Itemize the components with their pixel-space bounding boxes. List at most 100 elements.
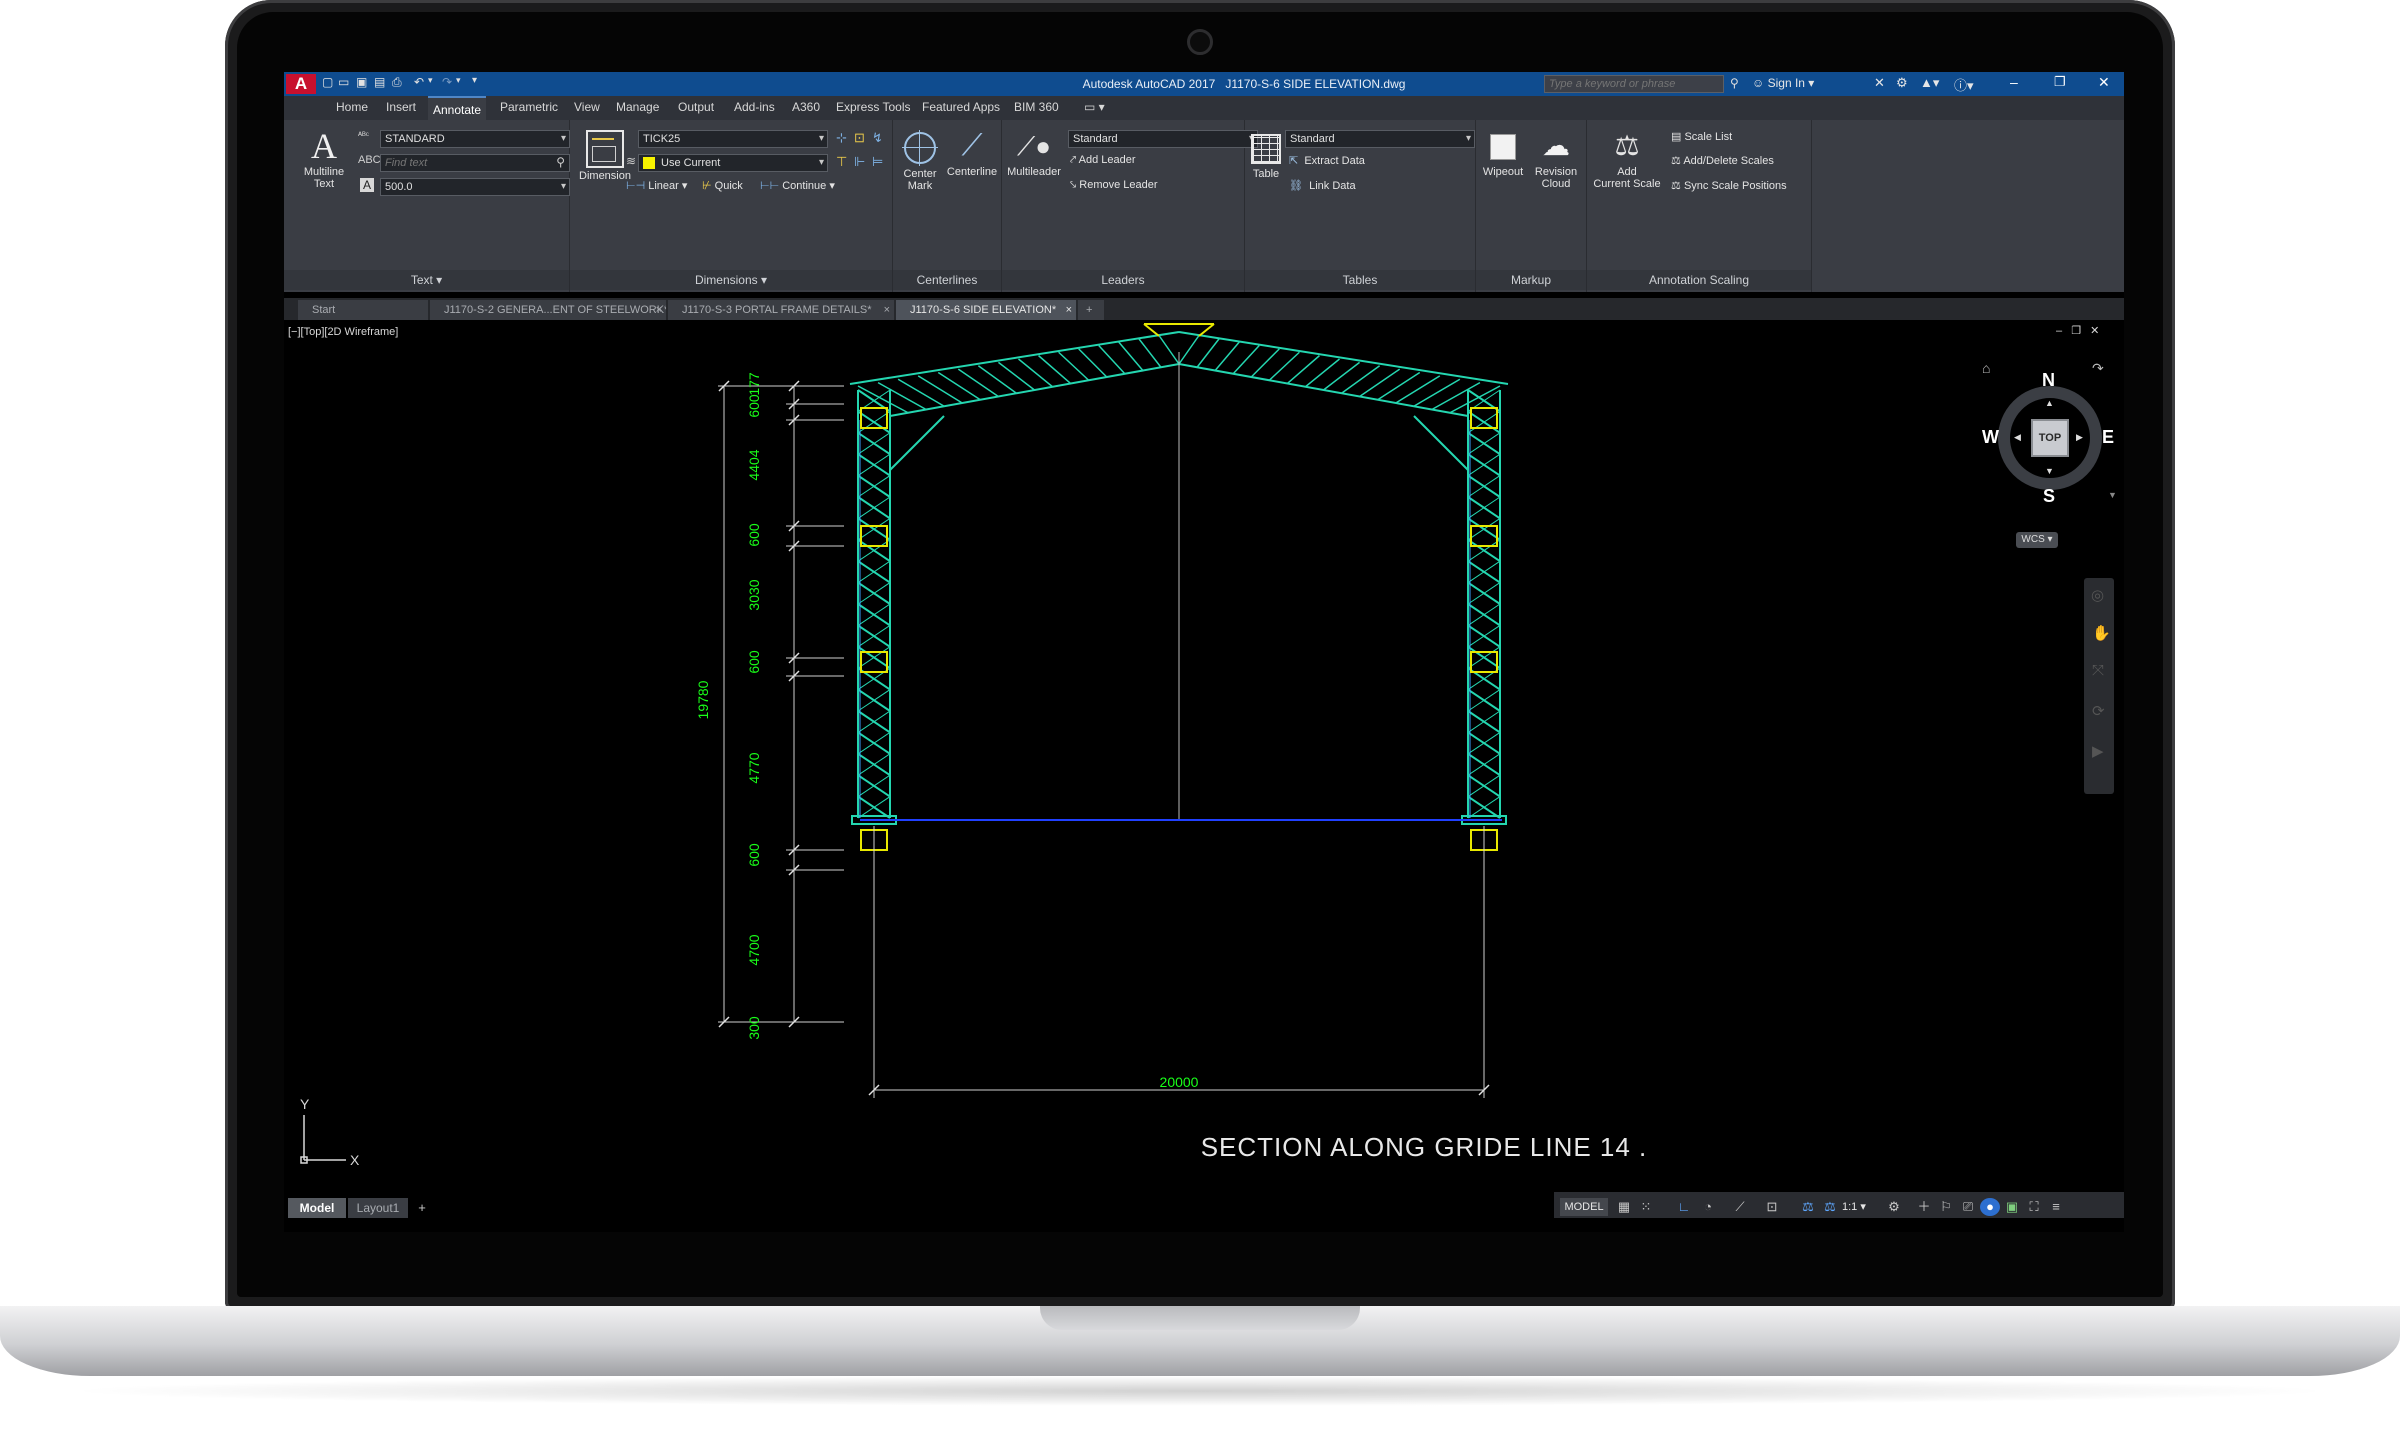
multileader-button[interactable]: ⟋● Multileader: [1004, 126, 1064, 178]
remove-leader-button[interactable]: ⤥ Remove Leader: [1070, 179, 1158, 192]
restore-icon[interactable]: ❐: [2054, 74, 2066, 90]
center-mark-button[interactable]: Center Mark: [895, 126, 945, 192]
customization-icon[interactable]: ≡: [2046, 1198, 2066, 1216]
help-icon[interactable]: ⓘ▾: [1954, 75, 1974, 94]
app-menu-button[interactable]: A: [286, 74, 316, 94]
orbit-icon[interactable]: ⟳: [2092, 702, 2105, 720]
open-icon[interactable]: ▭: [338, 75, 349, 89]
isolate-objects-icon[interactable]: ●: [1980, 1198, 2000, 1216]
a360-icon[interactable]: ⚙: [1896, 75, 1908, 91]
autoscale-icon[interactable]: ⚖: [1820, 1198, 1840, 1216]
tab-annotate[interactable]: Annotate: [428, 96, 487, 120]
dim-tool-icon-4[interactable]: ⊤: [836, 154, 847, 170]
tab-express-tools[interactable]: Express Tools: [836, 100, 910, 114]
home-icon[interactable]: ⌂: [1982, 360, 1990, 376]
continue-button[interactable]: ⊢⊢ Continue ▾: [760, 179, 835, 192]
dim-tool-icon-3[interactable]: ↯: [872, 130, 883, 146]
close-icon[interactable]: ✕: [2098, 74, 2110, 91]
annotation-scale-button[interactable]: 1:1 ▾: [1842, 1200, 1866, 1213]
wcs-button[interactable]: WCS ▾: [2016, 532, 2058, 548]
tab-output[interactable]: Output: [678, 100, 714, 114]
compass-north[interactable]: N: [2042, 370, 2055, 391]
undo-dropdown-icon[interactable]: ▾: [428, 75, 433, 86]
pan-icon[interactable]: ✋: [2092, 624, 2111, 642]
annotation-visibility-icon[interactable]: ⚖: [1798, 1198, 1818, 1216]
multiline-text-button[interactable]: A Multiline Text: [292, 126, 356, 196]
search-options-icon[interactable]: ⚲: [1730, 76, 1739, 90]
drawing-viewport[interactable]: [−][Top][2D Wireframe] – ❐ ✕ 177 600 440…: [284, 320, 2124, 1194]
leaders-panel-title[interactable]: Leaders: [1002, 270, 1244, 290]
tab-featured-apps[interactable]: Featured Apps: [922, 100, 1000, 114]
compass-east[interactable]: E: [2102, 427, 2114, 448]
isodraft-icon[interactable]: ⟋: [1730, 1198, 1750, 1216]
doc-tab-side-elevation[interactable]: J1170-S-6 SIDE ELEVATION* ×: [896, 300, 1076, 320]
new-layout-button[interactable]: +: [412, 1198, 432, 1218]
showmotion-icon[interactable]: ▶: [2092, 742, 2104, 760]
quick-button[interactable]: ⊬ Quick: [702, 179, 743, 192]
minimize-icon[interactable]: –: [2010, 74, 2018, 90]
dim-tool-icon-6[interactable]: ⊨: [872, 154, 883, 170]
new-icon[interactable]: ▢: [322, 75, 333, 89]
close-tab-icon[interactable]: ×: [884, 300, 890, 320]
close-tab-icon[interactable]: ×: [656, 300, 662, 320]
viewcube-top-face[interactable]: TOP: [2031, 419, 2069, 457]
search-box[interactable]: [1544, 75, 1724, 93]
model-tab[interactable]: Model: [288, 1198, 346, 1218]
viewcube[interactable]: ⌂ ↷ TOP N S W E ▲ ▼ ◀ ▶ ▼: [1982, 360, 2118, 506]
rotate-icon[interactable]: ↷: [2092, 360, 2104, 377]
tab-home[interactable]: Home: [336, 100, 368, 114]
ortho-icon[interactable]: ∟: [1674, 1198, 1694, 1216]
close-tab-icon[interactable]: ×: [1066, 300, 1072, 320]
clean-screen-icon[interactable]: ⛶: [2024, 1198, 2044, 1216]
object-snap-icon[interactable]: ⊡: [1762, 1198, 1782, 1216]
snap-icon[interactable]: ⁙: [1636, 1198, 1656, 1216]
extract-data-button[interactable]: ⇱ Extract Data: [1289, 154, 1365, 167]
find-icon[interactable]: ⚲: [556, 155, 565, 169]
text-style-dropdown[interactable]: STANDARD: [380, 130, 570, 148]
dim-tool-icon-1[interactable]: ⊹: [836, 130, 847, 146]
model-space-button[interactable]: MODEL: [1560, 1198, 1608, 1216]
scale-list-button[interactable]: ▤ Scale List: [1671, 130, 1732, 143]
add-leader-button[interactable]: ⤤ Add Leader: [1070, 154, 1136, 167]
save-icon[interactable]: ▣: [356, 75, 367, 89]
workspace-icon[interactable]: ⚙: [1884, 1198, 1904, 1216]
linear-button[interactable]: ⊢⊣ Linear ▾: [626, 179, 687, 192]
tab-view[interactable]: View: [574, 100, 600, 114]
viewcube-arrow-down-icon[interactable]: ▼: [2045, 466, 2054, 476]
layout1-tab[interactable]: Layout1: [348, 1198, 408, 1218]
quick-properties-icon[interactable]: ⎚: [1958, 1198, 1978, 1216]
tab-a360[interactable]: A360: [792, 100, 820, 114]
doc-tab-start[interactable]: Start: [298, 300, 428, 320]
tab-add-ins[interactable]: Add-ins: [734, 100, 775, 114]
leader-style-dropdown[interactable]: Standard: [1068, 130, 1258, 148]
link-data-button[interactable]: ⛓ Link Data: [1289, 179, 1356, 192]
annotation-monitor-icon[interactable]: ＋: [1914, 1198, 1934, 1216]
viewcube-arrow-left-icon[interactable]: ◀: [2014, 432, 2021, 443]
compass-west[interactable]: W: [1982, 427, 1999, 448]
find-text-input[interactable]: [381, 155, 549, 171]
viewcube-arrow-right-icon[interactable]: ▶: [2076, 432, 2083, 443]
grid-icon[interactable]: ▦: [1614, 1198, 1634, 1216]
polar-icon[interactable]: ◔: [1698, 1198, 1718, 1216]
viewcube-menu-icon[interactable]: ▼: [2108, 490, 2117, 500]
exchange-icon[interactable]: ✕: [1874, 75, 1885, 91]
centerline-button[interactable]: ⟋ Centerline: [943, 126, 1001, 178]
hardware-acceleration-icon[interactable]: ▣: [2002, 1198, 2022, 1216]
add-current-scale-button[interactable]: ⚖ Add Current Scale: [1589, 126, 1665, 190]
ribbon-display-toggle-icon[interactable]: ▭ ▾: [1084, 100, 1105, 114]
steering-wheel-icon[interactable]: ◎: [2091, 586, 2104, 604]
dimensions-panel-title[interactable]: Dimensions ▾: [570, 270, 892, 290]
print-icon[interactable]: ⎙: [392, 75, 402, 90]
redo-icon[interactable]: ↷: [442, 75, 452, 89]
autodesk-account-icon[interactable]: ▲▾: [1920, 75, 1939, 91]
search-input[interactable]: [1545, 76, 1723, 92]
tables-panel-title[interactable]: Tables: [1245, 270, 1475, 290]
new-tab-button[interactable]: +: [1078, 300, 1104, 320]
table-style-dropdown[interactable]: Standard: [1285, 130, 1475, 148]
add-delete-scales-button[interactable]: ⚖ Add/Delete Scales: [1671, 154, 1774, 167]
revision-cloud-button[interactable]: ☁ Revision Cloud: [1528, 126, 1584, 190]
units-icon[interactable]: ⚐: [1936, 1198, 1956, 1216]
doc-tab-portal-frame[interactable]: J1170-S-3 PORTAL FRAME DETAILS* ×: [668, 300, 894, 320]
dim-tool-icon-5[interactable]: ⊩: [854, 154, 865, 170]
dim-layer-dropdown[interactable]: Use Current: [638, 154, 828, 172]
